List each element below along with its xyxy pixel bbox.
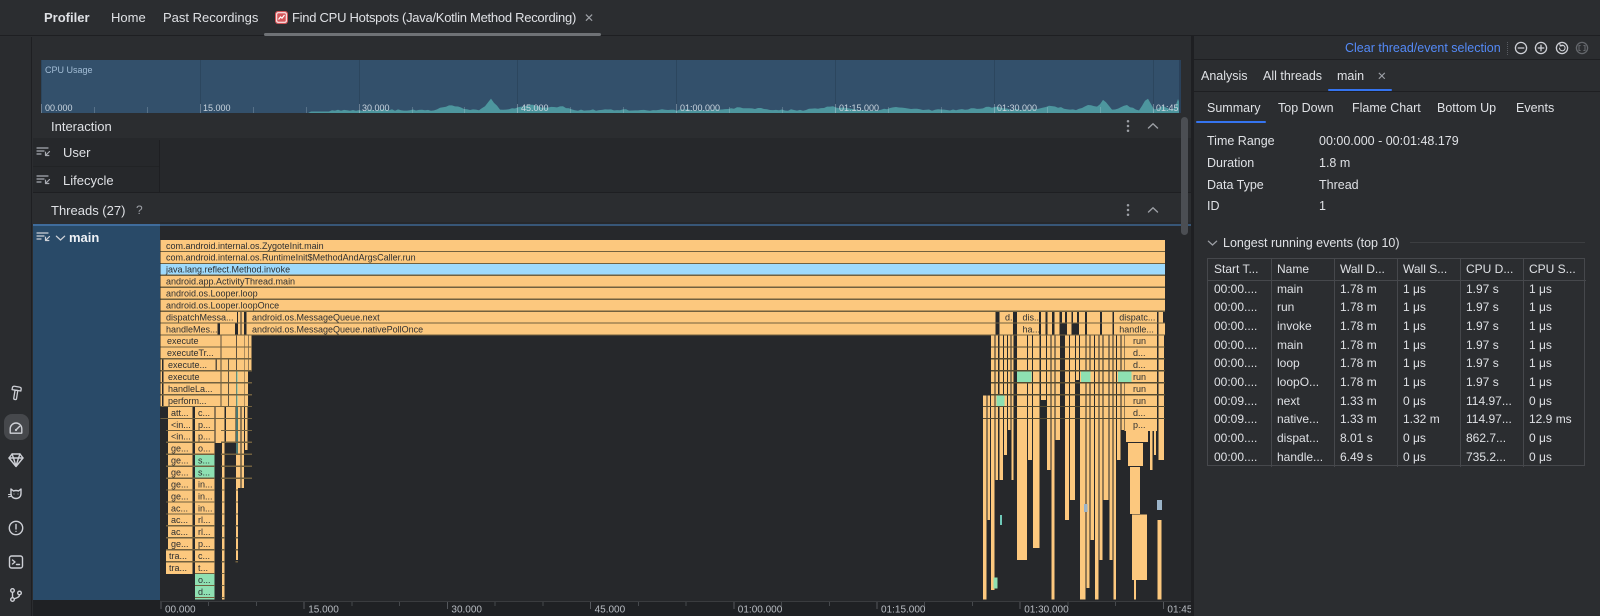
svg-text:com.android.internal.os.Zygote: com.android.internal.os.ZygoteInit.main [166, 241, 324, 251]
svg-text:01:45.0: 01:45.0 [1167, 605, 1191, 616]
svg-text:dispatchMessa...: dispatchMessa... [166, 312, 234, 322]
svg-text:p...: p... [198, 539, 211, 549]
svg-text:ac...: ac... [171, 515, 188, 525]
svg-text:01:30.000: 01:30.000 [1024, 605, 1069, 616]
svg-text:d...: d... [198, 587, 211, 597]
svg-text:android.app.ActivityThread.mai: android.app.ActivityThread.main [166, 277, 295, 287]
svg-text:run: run [1133, 372, 1146, 382]
svg-text:s...: s... [198, 468, 210, 478]
svg-text:d...: d... [1005, 312, 1018, 322]
svg-text:ac...: ac... [171, 503, 188, 513]
svg-text:p...: p... [198, 432, 211, 442]
svg-text:java.lang.reflect.Method.invok: java.lang.reflect.Method.invoke [165, 265, 290, 275]
svg-text:ac...: ac... [171, 527, 188, 537]
svg-text:ge...: ge... [171, 539, 189, 549]
svg-text:01:15.000: 01:15.000 [881, 605, 926, 616]
svg-text:c...: c... [198, 551, 210, 561]
svg-text:45.000: 45.000 [595, 605, 626, 616]
svg-text:tra...: tra... [169, 563, 187, 573]
svg-text:att...: att... [171, 408, 189, 418]
svg-text:in...: in... [198, 479, 213, 489]
svg-text:rl...: rl... [198, 527, 211, 537]
svg-text:run: run [1133, 384, 1146, 394]
svg-text:<in...: <in... [171, 432, 191, 442]
svg-text:execute: execute [168, 372, 200, 382]
svg-text:p...: p... [1133, 420, 1146, 430]
svg-text:s...: s... [198, 456, 210, 466]
svg-text:<in...: <in... [171, 420, 191, 430]
svg-text:15.000: 15.000 [308, 605, 339, 616]
svg-text:p...: p... [198, 420, 211, 430]
svg-text:perform...: perform... [168, 396, 207, 406]
svg-text:execute...: execute... [168, 360, 207, 370]
svg-text:ge...: ge... [171, 479, 189, 489]
svg-text:com.android.internal.os.Runtim: com.android.internal.os.RuntimeInit$Meth… [166, 253, 416, 263]
svg-text:android.os.Looper.loop: android.os.Looper.loop [166, 289, 258, 299]
svg-text:android.os.Looper.loopOnce: android.os.Looper.loopOnce [166, 300, 279, 310]
svg-text:android.os.MessageQueue.next: android.os.MessageQueue.next [252, 312, 380, 322]
svg-text:d...: d... [1133, 408, 1146, 418]
svg-text:o...: o... [198, 444, 211, 454]
svg-text:o...: o... [198, 575, 211, 585]
svg-text:ge...: ge... [171, 468, 189, 478]
svg-text:android.os.MessageQueue.native: android.os.MessageQueue.nativePollOnce [252, 324, 423, 334]
svg-text:handleLa...: handleLa... [168, 384, 213, 394]
svg-text:d...: d... [1133, 348, 1146, 358]
svg-text:t...: t... [198, 563, 208, 573]
svg-text:ha...: ha... [1023, 324, 1041, 334]
svg-text:30.000: 30.000 [451, 605, 482, 616]
svg-text:in...: in... [198, 503, 213, 513]
svg-text:dis...: dis... [1023, 312, 1042, 322]
svg-text:execute: execute [167, 336, 199, 346]
svg-text:tra...: tra... [169, 551, 187, 561]
svg-text:ge...: ge... [171, 491, 189, 501]
svg-text:handleMes...: handleMes... [166, 324, 218, 334]
svg-text:rl...: rl... [198, 515, 211, 525]
svg-text:c...: c... [198, 408, 210, 418]
svg-text:run: run [1133, 396, 1146, 406]
svg-text:run: run [1133, 336, 1146, 346]
svg-text:ge...: ge... [171, 444, 189, 454]
svg-text:01:00.000: 01:00.000 [738, 605, 783, 616]
svg-text:ge...: ge... [171, 456, 189, 466]
svg-text:in...: in... [198, 491, 213, 501]
svg-text:handle...: handle... [1119, 324, 1154, 334]
svg-text:d...: d... [1133, 360, 1146, 370]
svg-text:00.000: 00.000 [165, 605, 196, 616]
svg-text:dispatc...: dispatc... [1119, 312, 1155, 322]
svg-text:executeTr...: executeTr... [167, 348, 214, 358]
